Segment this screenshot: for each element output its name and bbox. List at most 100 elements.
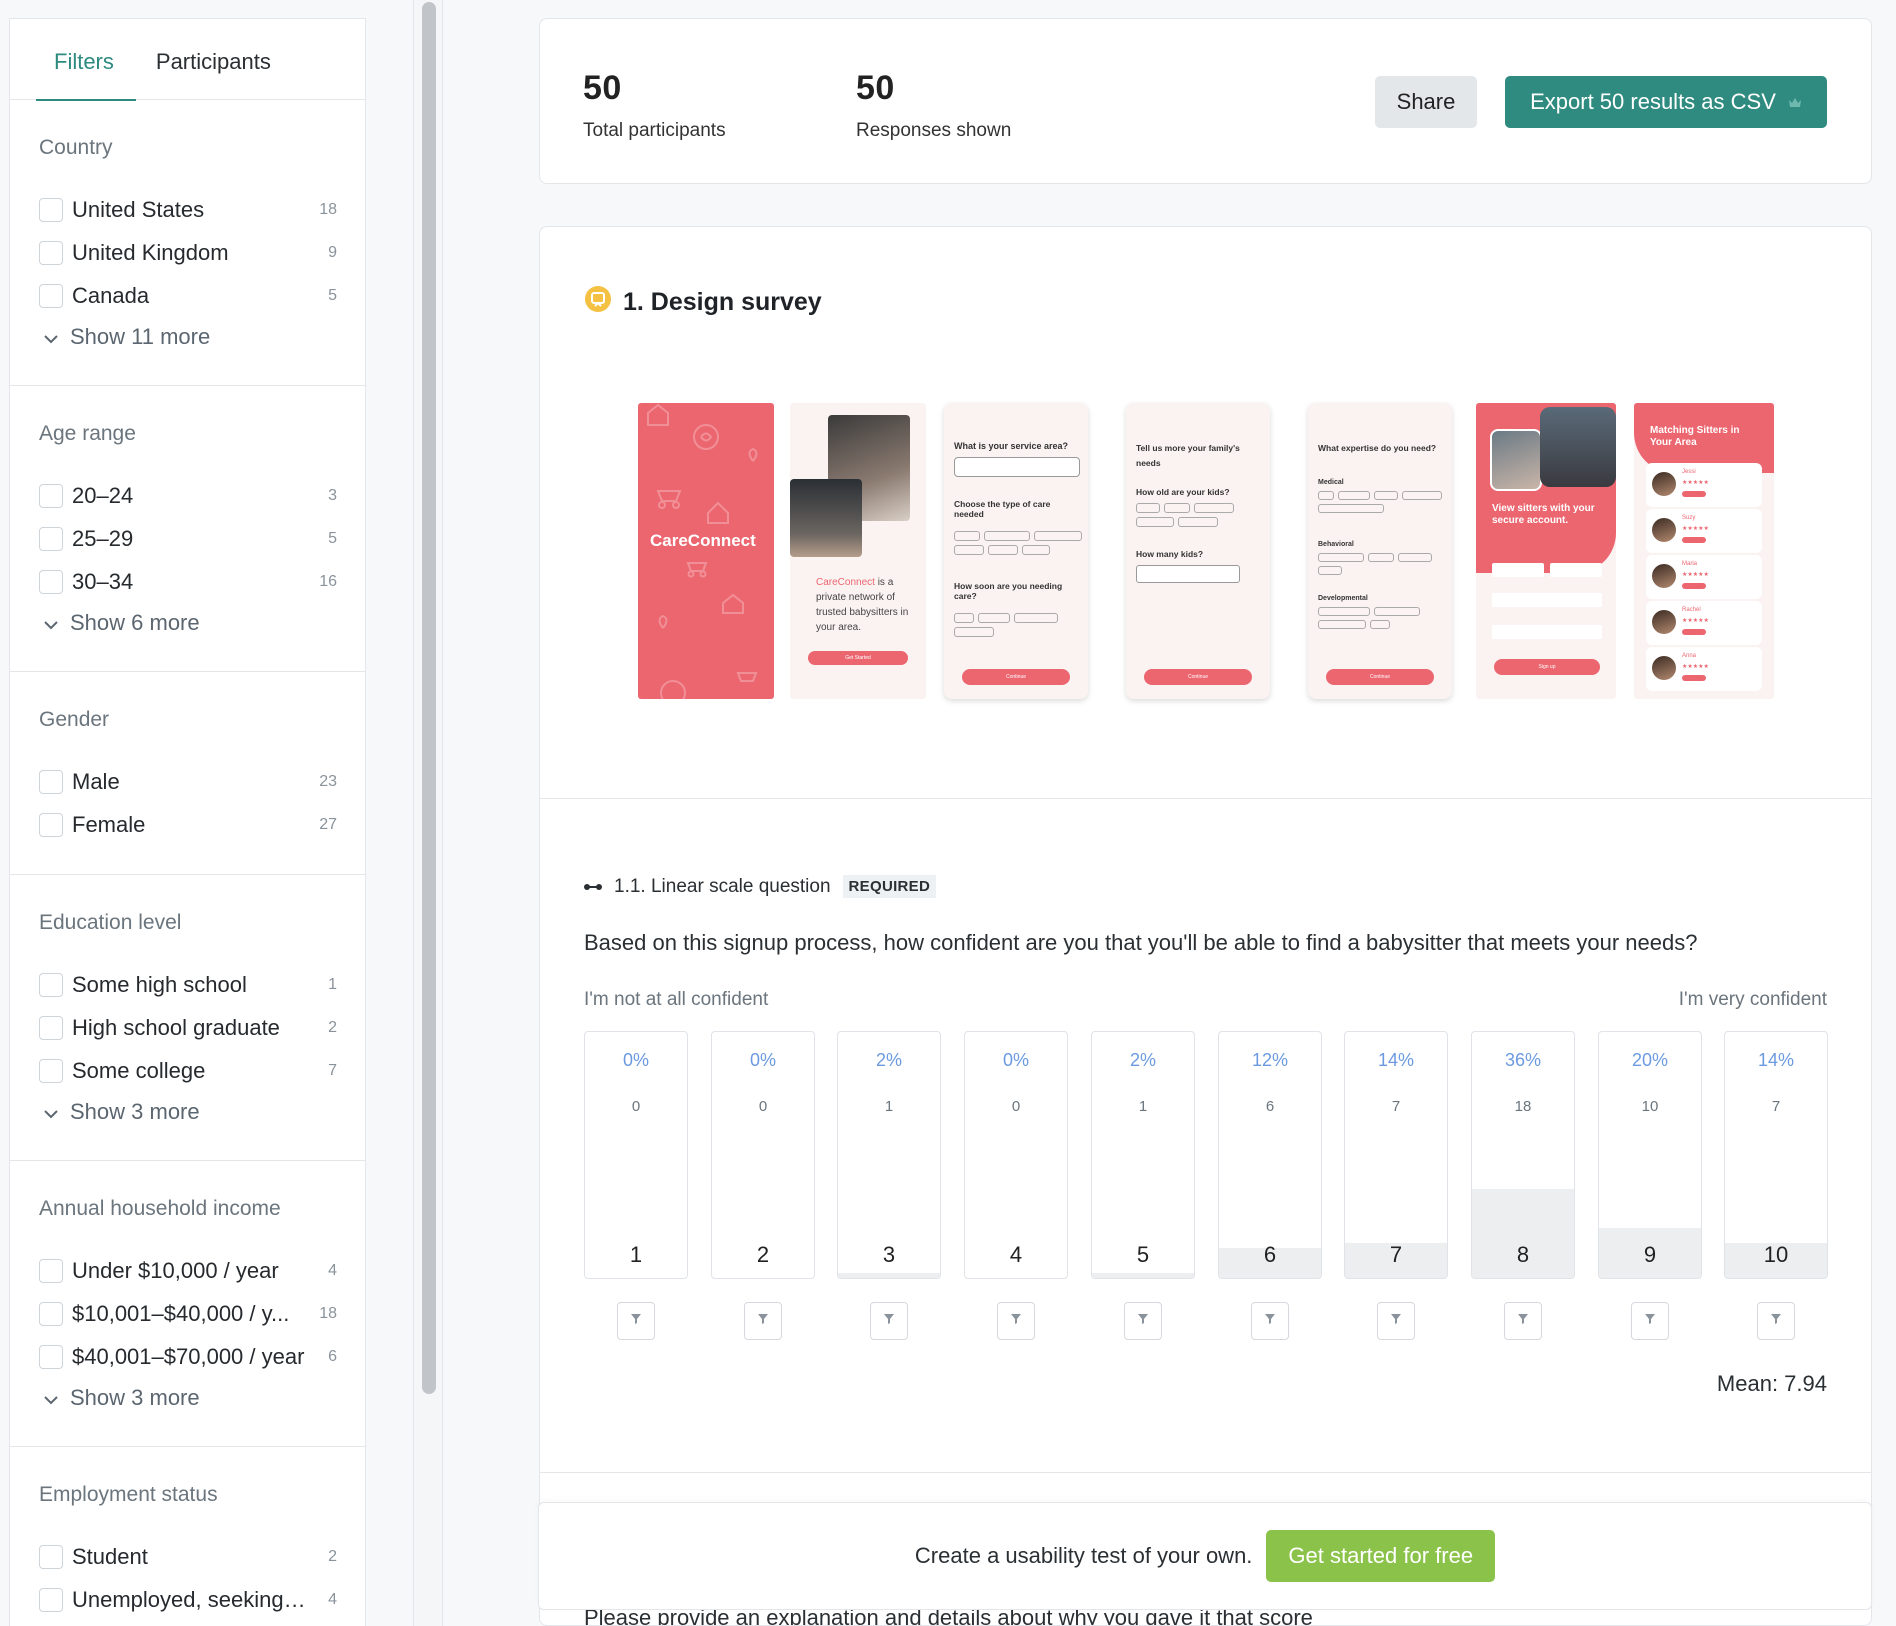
scale-count: 0: [631, 1098, 641, 1115]
filter-option[interactable]: Some college 7: [39, 1049, 337, 1092]
filter-checkbox[interactable]: [39, 1015, 63, 1040]
screen4-select: [1136, 565, 1240, 583]
filter-option[interactable]: Female 27: [39, 803, 337, 846]
screen-expertise[interactable]: What expertise do you need? Medical Beha…: [1308, 403, 1452, 699]
filter-checkbox[interactable]: [39, 1344, 63, 1369]
filter-option[interactable]: $40,001–$70,000 / year 6: [39, 1335, 337, 1378]
filter-option[interactable]: 20–24 3: [39, 474, 337, 517]
show-more-button[interactable]: Show 6 more: [39, 603, 337, 643]
filter-icon: [1644, 1312, 1656, 1330]
export-csv-button[interactable]: Export 50 results as CSV: [1505, 76, 1827, 128]
filter-option[interactable]: Under $10,000 / year 4: [39, 1249, 337, 1292]
sitter-view-button: [1682, 629, 1706, 635]
filter-group-title: Employment status: [39, 1483, 218, 1506]
filter-by-value-button[interactable]: [1504, 1302, 1542, 1340]
filter-checkbox[interactable]: [39, 972, 63, 997]
filter-option[interactable]: 25–29 5: [39, 517, 337, 560]
chevron-down-icon: [39, 324, 70, 350]
chevron-down-icon: [39, 610, 70, 636]
show-more-button[interactable]: Show 3 more: [39, 1092, 337, 1132]
screen5-s3: Developmental: [1318, 595, 1368, 602]
screen-matching[interactable]: Matching Sitters in Your Area Jessi ★★★★…: [1634, 403, 1774, 699]
splash-brand: CareConnect: [650, 531, 756, 550]
splash-pattern: [647, 403, 758, 699]
filter-option-label: 25–29: [72, 525, 134, 551]
filter-checkbox[interactable]: [39, 526, 63, 551]
tab-participants[interactable]: Participants: [156, 19, 271, 100]
share-button[interactable]: Share: [1375, 76, 1477, 128]
screen3-q3: How soon are you needing care?: [954, 581, 1063, 601]
filter-checkbox[interactable]: [39, 1587, 63, 1612]
filter-option[interactable]: United States 18: [39, 188, 337, 231]
filter-option[interactable]: 30–34 16: [39, 560, 337, 603]
filter-icon: [630, 1312, 642, 1330]
scale-percent: 0%: [749, 1050, 776, 1070]
signup-photo-family: [1540, 407, 1616, 487]
screen5-continue: Continue: [1326, 669, 1434, 685]
scale-value: 6: [1263, 1242, 1277, 1267]
scale-bar: 14% 7 7: [1344, 1031, 1448, 1279]
screen-service-area[interactable]: What is your service area? Choose the ty…: [944, 403, 1088, 699]
filter-by-value-button[interactable]: [1377, 1302, 1415, 1340]
scale-bar-fill: [838, 1273, 940, 1278]
get-started-button[interactable]: Get started for free: [1266, 1530, 1496, 1582]
filter-checkbox[interactable]: [39, 569, 63, 594]
screen-signup[interactable]: View sitters with your secure account. S…: [1476, 403, 1616, 699]
filter-by-value-button[interactable]: [1757, 1302, 1795, 1340]
filter-by-value-button[interactable]: [1251, 1302, 1289, 1340]
screen-intro[interactable]: CareConnect is a private network of trus…: [790, 403, 926, 699]
scale-percent: 2%: [875, 1050, 902, 1070]
filter-checkbox[interactable]: [39, 283, 63, 308]
filter-by-value-button[interactable]: [870, 1302, 908, 1340]
sitter-card: Rachel ★★★★★: [1646, 601, 1762, 645]
screen-family-needs[interactable]: Tell us more your family's needs How old…: [1126, 403, 1270, 699]
filter-group: Country United States 18 United Kingdom …: [10, 100, 365, 386]
filter-by-value-button[interactable]: [997, 1302, 1035, 1340]
intro-photo-dad: [790, 479, 862, 557]
filter-by-value-button[interactable]: [1631, 1302, 1669, 1340]
filter-checkbox[interactable]: [39, 197, 63, 222]
filter-icon: [1010, 1312, 1022, 1330]
filter-checkbox[interactable]: [39, 812, 63, 837]
screen4-q2: How old are your kids?: [1136, 487, 1230, 497]
filter-checkbox[interactable]: [39, 483, 63, 508]
show-more-button[interactable]: Show 11 more: [39, 317, 337, 357]
avatar: [1652, 610, 1676, 634]
sitter-name: Anna: [1682, 653, 1697, 659]
filter-groups: Country United States 18 United Kingdom …: [10, 100, 365, 1626]
filter-option-label: United Kingdom: [72, 239, 229, 265]
filter-checkbox[interactable]: [39, 1544, 63, 1569]
screen3-continue: Continue: [962, 669, 1070, 685]
filter-option[interactable]: Unemployed, not seek... 1: [39, 1621, 337, 1626]
filter-option[interactable]: Canada 5: [39, 274, 337, 317]
filter-option[interactable]: Student 2: [39, 1535, 337, 1578]
sidebar-scrollbar[interactable]: [413, 0, 443, 1626]
filters-sidebar: Filters Participants Country United Stat…: [9, 18, 366, 1626]
filter-option[interactable]: Unemployed, seeking ... 4: [39, 1578, 337, 1621]
filter-by-value-button[interactable]: [617, 1302, 655, 1340]
filter-option[interactable]: $10,001–$40,000 / y... 18: [39, 1292, 337, 1335]
filter-option[interactable]: Male 23: [39, 760, 337, 803]
filter-by-value-button[interactable]: [744, 1302, 782, 1340]
filter-option-count: 5: [328, 529, 337, 547]
filter-option-count: 5: [328, 286, 337, 304]
tab-filters[interactable]: Filters: [36, 19, 136, 101]
filter-checkbox[interactable]: [39, 1258, 63, 1283]
scale-value: 7: [1389, 1242, 1403, 1267]
screen-splash[interactable]: CareConnect: [638, 403, 774, 699]
filter-checkbox[interactable]: [39, 240, 63, 265]
filter-checkbox[interactable]: [39, 1058, 63, 1083]
filter-checkbox[interactable]: [39, 1301, 63, 1326]
signup-last-name: [1550, 563, 1602, 577]
filter-by-value-button[interactable]: [1124, 1302, 1162, 1340]
scale-bar: 0% 0 1: [584, 1031, 688, 1279]
filter-option[interactable]: United Kingdom 9: [39, 231, 337, 274]
screen3-q2: Choose the type of care needed: [954, 499, 1051, 519]
filter-checkbox[interactable]: [39, 769, 63, 794]
filter-option[interactable]: Some high school 1: [39, 963, 337, 1006]
scale-value: 5: [1136, 1242, 1150, 1267]
show-more-button[interactable]: Show 3 more: [39, 1378, 337, 1418]
scrollbar-thumb[interactable]: [422, 2, 436, 1394]
filter-option[interactable]: High school graduate 2: [39, 1006, 337, 1049]
screen4-continue: Continue: [1144, 669, 1252, 685]
